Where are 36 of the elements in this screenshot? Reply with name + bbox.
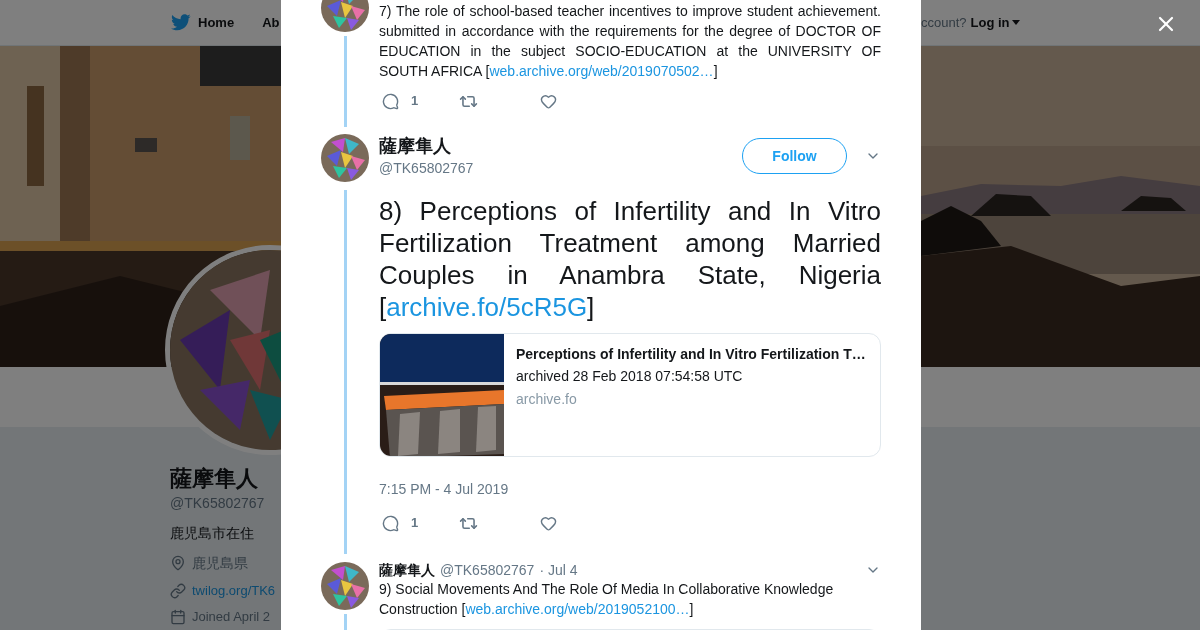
location-icon xyxy=(170,555,186,571)
link-icon xyxy=(170,583,186,599)
profile-bio: 鹿児島市在住 xyxy=(170,524,254,543)
calendar-icon xyxy=(170,609,186,625)
tweet-text: 8) Perceptions of Infertility and In Vitro Fertilization Treatment among Married Couples in Anambra State, Nigeria [archive.fo/5cR5G] xyxy=(379,195,881,323)
card-title: Perceptions of Infertility and In Vitro Fertilization T… xyxy=(516,345,866,364)
link[interactable]: archive.fo/5cR5G xyxy=(386,292,588,322)
author-handle[interactable]: @TK65802767 xyxy=(379,158,474,178)
timestamp[interactable]: 7:15 PM - 4 Jul 2019 xyxy=(379,481,509,497)
tweet-text: 9) Social Movements And The Role Of Media In Collaborative Knowledge Construction [web.archive.org/web/2019052100…] xyxy=(379,580,835,619)
card-domain: archive.fo xyxy=(516,390,578,409)
bird-icon xyxy=(171,14,191,31)
author-handle[interactable]: @TK65802767 xyxy=(440,562,535,578)
profile-location: 鹿児島県 xyxy=(192,554,248,573)
caret-icon xyxy=(1011,20,1020,25)
tweet-text: 7) The role of school-based teacher incentives to improve student achievement. submitted in accordance with the requirements for the degree of DOCTOR OF EDUCATION in the subject SOCIO-EDUCATION at the UNIVERSITY OF SOUTH AFRICA [web.archive.org/web/2019070502…] xyxy=(379,2,881,81)
like-icon[interactable] xyxy=(540,514,557,532)
link[interactable]: web.archive.org/web/2019070502… xyxy=(489,63,714,79)
like-icon[interactable] xyxy=(540,92,557,110)
profile-handle: @TK65802767 xyxy=(170,494,265,513)
nav-link[interactable]: Home xyxy=(198,12,235,33)
card-subtitle: archived 28 Feb 2018 07:54:58 UTC xyxy=(516,367,744,386)
link-card[interactable]: Perceptions of Infertility and In Vitro Fertilization T… archived 28 Feb 2018 07:54:58 UTC archive.fo xyxy=(379,333,881,457)
profile-joined: Joined April 2 xyxy=(192,608,271,626)
account-prompt: ccount? xyxy=(921,13,967,32)
reply-icon[interactable] xyxy=(382,92,399,110)
nav-link[interactable]: Ab xyxy=(262,12,280,33)
author-name[interactable]: 薩摩隼人 xyxy=(379,562,435,578)
tweet-date[interactable]: · Jul 4 xyxy=(539,562,578,578)
reply-count: 1 xyxy=(411,92,419,111)
reply-icon[interactable] xyxy=(382,514,399,532)
login-button[interactable]: Log in xyxy=(970,12,1020,33)
link[interactable]: web.archive.org/web/2019052100… xyxy=(465,601,690,617)
profile-name: 薩摩隼人 xyxy=(170,467,258,491)
reply-count: 1 xyxy=(411,514,419,533)
author-name[interactable]: 薩摩隼人 xyxy=(379,134,474,158)
